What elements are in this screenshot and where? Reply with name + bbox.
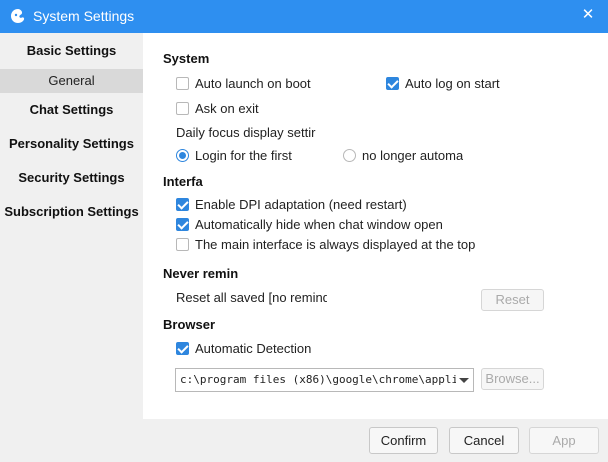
dpi-adaptation-label: Enable DPI adaptation (need restart)	[195, 197, 407, 212]
radio-selected-icon[interactable]	[176, 149, 189, 162]
cancel-button[interactable]: Cancel	[449, 427, 519, 454]
sidebar-item-chat-settings[interactable]: Chat Settings	[0, 97, 143, 123]
checkbox-checked-icon[interactable]	[176, 198, 189, 211]
auto-launch-label: Auto launch on boot	[195, 76, 311, 91]
daily-focus-label: Daily focus display settir	[176, 125, 316, 140]
checkbox-checked-icon[interactable]	[176, 218, 189, 231]
sidebar-item-personality-settings[interactable]: Personality Settings	[0, 131, 143, 157]
auto-log-checkbox[interactable]: Auto log on start	[386, 76, 500, 91]
auto-hide-checkbox[interactable]: Automatically hide when chat window open	[176, 217, 443, 232]
browse-button[interactable]: Browse...	[481, 368, 544, 390]
automatic-detection-label: Automatic Detection	[195, 341, 312, 356]
reset-button[interactable]: Reset	[481, 289, 544, 311]
reset-no-remind-text: Reset all saved [no remind	[176, 290, 327, 305]
automatic-detection-checkbox[interactable]: Automatic Detection	[176, 341, 311, 356]
radio-login-first[interactable]: Login for the first	[176, 148, 292, 163]
radio-no-longer-label: no longer automa	[362, 148, 464, 163]
dialog-footer: Confirm Cancel App	[143, 419, 608, 462]
confirm-button[interactable]: Confirm	[369, 427, 438, 454]
browser-path-select[interactable]: c:\program files (x86)\google\chrome\app…	[175, 368, 474, 392]
sidebar-item-subscription-settings[interactable]: Subscription Settings	[0, 199, 143, 225]
settings-content: System Auto launch on boot Auto log on s…	[143, 33, 608, 419]
checkbox-icon[interactable]	[176, 102, 189, 115]
section-heading-never-remind: Never remin	[163, 266, 239, 281]
section-heading-browser: Browser	[163, 317, 216, 332]
app-logo-icon	[11, 9, 25, 23]
chevron-down-icon[interactable]	[459, 378, 469, 383]
radio-icon[interactable]	[343, 149, 356, 162]
auto-log-label: Auto log on start	[405, 76, 500, 91]
checkbox-icon[interactable]	[176, 238, 189, 251]
sidebar-item-basic-settings[interactable]: Basic Settings	[0, 38, 143, 64]
auto-launch-checkbox[interactable]: Auto launch on boot	[176, 76, 311, 91]
browser-path-value: c:\program files (x86)\google\chrome\app…	[180, 373, 456, 386]
sidebar-item-security-settings[interactable]: Security Settings	[0, 165, 143, 191]
checkbox-icon[interactable]	[176, 77, 189, 90]
checkbox-checked-icon[interactable]	[386, 77, 399, 90]
checkbox-checked-icon[interactable]	[176, 342, 189, 355]
dpi-adaptation-checkbox[interactable]: Enable DPI adaptation (need restart)	[176, 197, 407, 212]
apply-button[interactable]: App	[529, 427, 599, 454]
settings-sidebar: Basic Settings General Chat Settings Per…	[0, 33, 143, 462]
title-bar: System Settings ✕	[0, 0, 608, 33]
ask-on-exit-checkbox[interactable]: Ask on exit	[176, 101, 259, 116]
radio-login-first-label: Login for the first	[195, 148, 292, 163]
always-top-label: The main interface is always displayed a…	[195, 237, 476, 252]
window-title: System Settings	[33, 8, 135, 24]
always-top-checkbox[interactable]: The main interface is always displayed a…	[176, 237, 475, 252]
close-icon[interactable]: ✕	[576, 3, 600, 27]
ask-on-exit-label: Ask on exit	[195, 101, 259, 116]
section-heading-interface: Interfa	[163, 174, 203, 189]
section-heading-system: System	[163, 51, 210, 66]
radio-no-longer[interactable]: no longer automa	[343, 148, 466, 163]
auto-hide-label: Automatically hide when chat window open	[195, 217, 443, 232]
sidebar-subitem-general[interactable]: General	[0, 69, 143, 93]
